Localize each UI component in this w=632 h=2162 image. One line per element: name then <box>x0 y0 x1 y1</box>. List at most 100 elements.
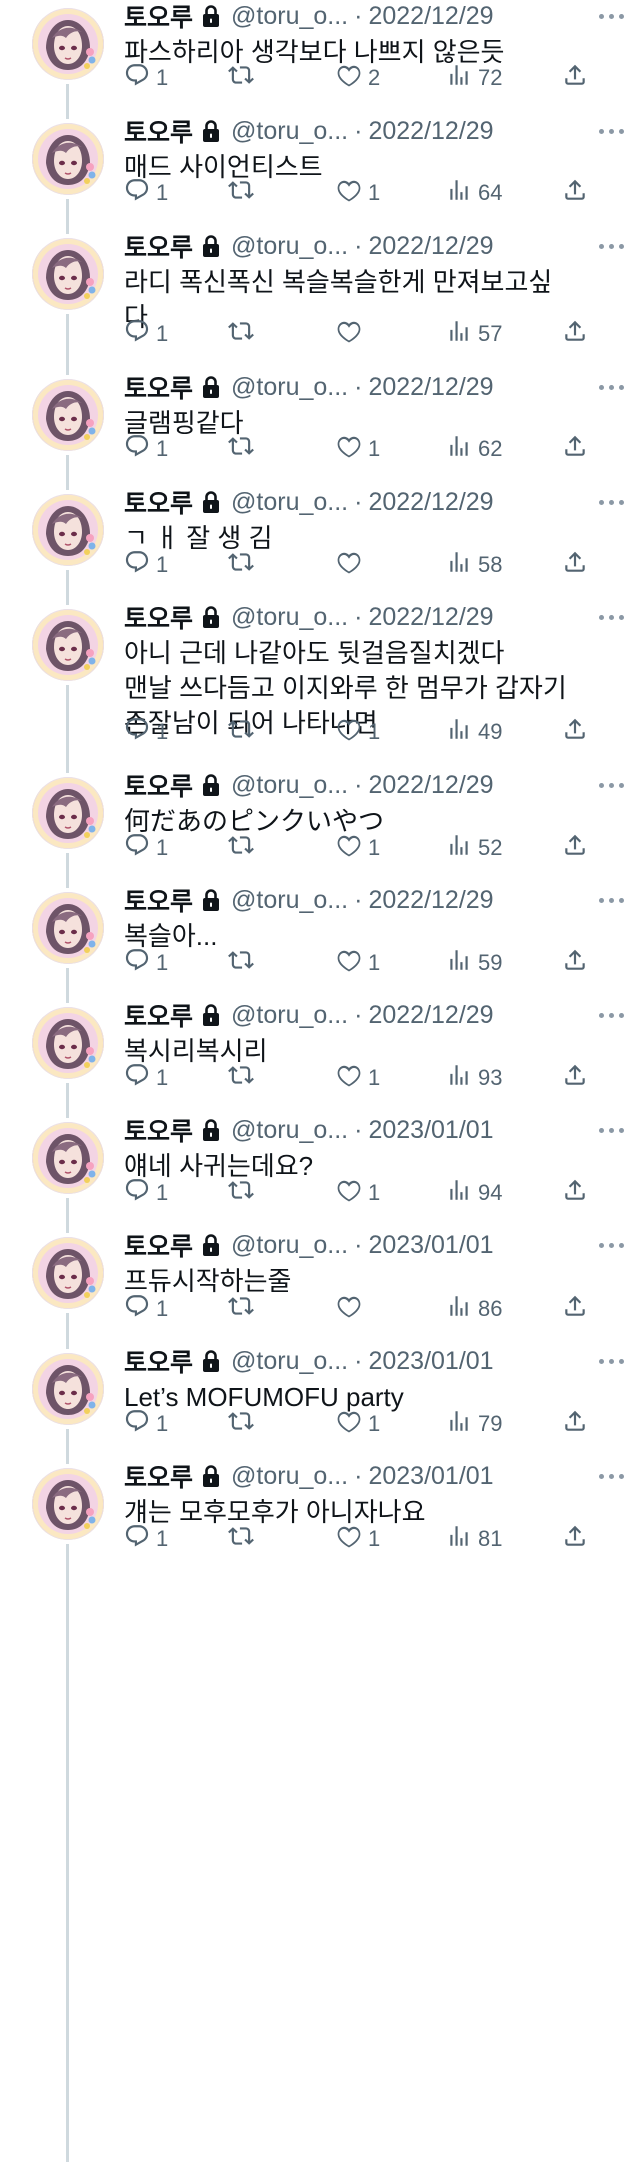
share-button[interactable] <box>562 947 594 979</box>
user-handle[interactable]: @toru_o... <box>231 488 348 517</box>
more-icon[interactable] <box>599 115 624 147</box>
like-button[interactable] <box>336 318 368 350</box>
reply-button[interactable]: 1 <box>124 947 168 979</box>
views-button[interactable]: 57 <box>446 318 502 350</box>
tweet-date[interactable]: 2022/12/29 <box>368 373 493 402</box>
reply-button[interactable]: 1 <box>124 1062 168 1094</box>
views-button[interactable]: 81 <box>446 1523 502 1555</box>
retweet-button[interactable] <box>228 433 260 465</box>
avatar[interactable] <box>32 777 104 849</box>
tweet-date[interactable]: 2022/12/29 <box>368 771 493 800</box>
more-icon[interactable] <box>599 0 624 32</box>
avatar[interactable] <box>32 1353 104 1425</box>
retweet-button[interactable] <box>228 1062 260 1094</box>
retweet-button[interactable] <box>228 716 260 748</box>
avatar[interactable] <box>32 123 104 195</box>
views-button[interactable]: 79 <box>446 1408 502 1440</box>
more-icon[interactable] <box>599 371 624 403</box>
retweet-button[interactable] <box>228 1177 260 1209</box>
views-button[interactable]: 62 <box>446 433 502 465</box>
retweet-button[interactable] <box>228 1408 260 1440</box>
reply-button[interactable]: 1 <box>124 1293 168 1325</box>
like-button[interactable]: 1 <box>336 1177 380 1209</box>
share-button[interactable] <box>562 318 594 350</box>
avatar[interactable] <box>32 8 104 80</box>
tweet-date[interactable]: 2022/12/29 <box>368 488 493 517</box>
retweet-button[interactable] <box>228 832 260 864</box>
share-button[interactable] <box>562 1293 594 1325</box>
share-button[interactable] <box>562 1062 594 1094</box>
share-button[interactable] <box>562 716 594 748</box>
like-button[interactable] <box>336 549 368 581</box>
retweet-button[interactable] <box>228 177 260 209</box>
reply-button[interactable]: 1 <box>124 1177 168 1209</box>
tweet-date[interactable]: 2023/01/01 <box>368 1347 493 1376</box>
share-button[interactable] <box>562 832 594 864</box>
tweet-date[interactable]: 2023/01/01 <box>368 1231 493 1260</box>
retweet-button[interactable] <box>228 1293 260 1325</box>
retweet-button[interactable] <box>228 318 260 350</box>
display-name[interactable]: 토오루 <box>124 997 193 1033</box>
retweet-button[interactable] <box>228 1523 260 1555</box>
retweet-button[interactable] <box>228 947 260 979</box>
views-button[interactable]: 49 <box>446 716 502 748</box>
avatar[interactable] <box>32 892 104 964</box>
tweet-date[interactable]: 2022/12/29 <box>368 2 493 31</box>
share-button[interactable] <box>562 549 594 581</box>
like-button[interactable]: 1 <box>336 1523 380 1555</box>
user-handle[interactable]: @toru_o... <box>231 771 348 800</box>
more-icon[interactable] <box>599 1345 624 1377</box>
reply-button[interactable]: 1 <box>124 716 168 748</box>
reply-button[interactable]: 1 <box>124 832 168 864</box>
like-button[interactable]: 1 <box>336 177 380 209</box>
like-button[interactable] <box>336 1293 368 1325</box>
avatar[interactable] <box>32 1122 104 1194</box>
display-name[interactable]: 토오루 <box>124 1112 193 1148</box>
more-icon[interactable] <box>599 230 624 262</box>
avatar[interactable] <box>32 379 104 451</box>
reply-button[interactable]: 1 <box>124 318 168 350</box>
like-button[interactable]: 1 <box>336 947 380 979</box>
views-button[interactable]: 72 <box>446 62 502 94</box>
more-icon[interactable] <box>599 1229 624 1261</box>
avatar[interactable] <box>32 1468 104 1540</box>
user-handle[interactable]: @toru_o... <box>231 886 348 915</box>
views-button[interactable]: 59 <box>446 947 502 979</box>
like-button[interactable]: 1 <box>336 1408 380 1440</box>
display-name[interactable]: 토오루 <box>124 369 193 405</box>
like-button[interactable]: 1 <box>336 716 380 748</box>
tweet-date[interactable]: 2023/01/01 <box>368 1462 493 1491</box>
more-icon[interactable] <box>599 1460 624 1492</box>
like-button[interactable]: 1 <box>336 433 380 465</box>
reply-button[interactable]: 1 <box>124 433 168 465</box>
share-button[interactable] <box>562 62 594 94</box>
retweet-button[interactable] <box>228 62 260 94</box>
views-button[interactable]: 52 <box>446 832 502 864</box>
more-icon[interactable] <box>599 1114 624 1146</box>
reply-button[interactable]: 1 <box>124 177 168 209</box>
reply-button[interactable]: 1 <box>124 1523 168 1555</box>
views-button[interactable]: 64 <box>446 177 502 209</box>
like-button[interactable]: 1 <box>336 1062 380 1094</box>
more-icon[interactable] <box>599 999 624 1031</box>
avatar[interactable] <box>32 609 104 681</box>
more-icon[interactable] <box>599 884 624 916</box>
share-button[interactable] <box>562 1177 594 1209</box>
user-handle[interactable]: @toru_o... <box>231 1231 348 1260</box>
tweet-date[interactable]: 2022/12/29 <box>368 1001 493 1030</box>
share-button[interactable] <box>562 177 594 209</box>
display-name[interactable]: 토오루 <box>124 1458 193 1494</box>
views-button[interactable]: 93 <box>446 1062 502 1094</box>
avatar[interactable] <box>32 1007 104 1079</box>
share-button[interactable] <box>562 433 594 465</box>
tweet-date[interactable]: 2022/12/29 <box>368 117 493 146</box>
avatar[interactable] <box>32 1237 104 1309</box>
display-name[interactable]: 토오루 <box>124 882 193 918</box>
share-button[interactable] <box>562 1408 594 1440</box>
tweet-date[interactable]: 2022/12/29 <box>368 886 493 915</box>
views-button[interactable]: 94 <box>446 1177 502 1209</box>
more-icon[interactable] <box>599 486 624 518</box>
tweet-date[interactable]: 2023/01/01 <box>368 1116 493 1145</box>
user-handle[interactable]: @toru_o... <box>231 1116 348 1145</box>
display-name[interactable]: 토오루 <box>124 0 193 34</box>
